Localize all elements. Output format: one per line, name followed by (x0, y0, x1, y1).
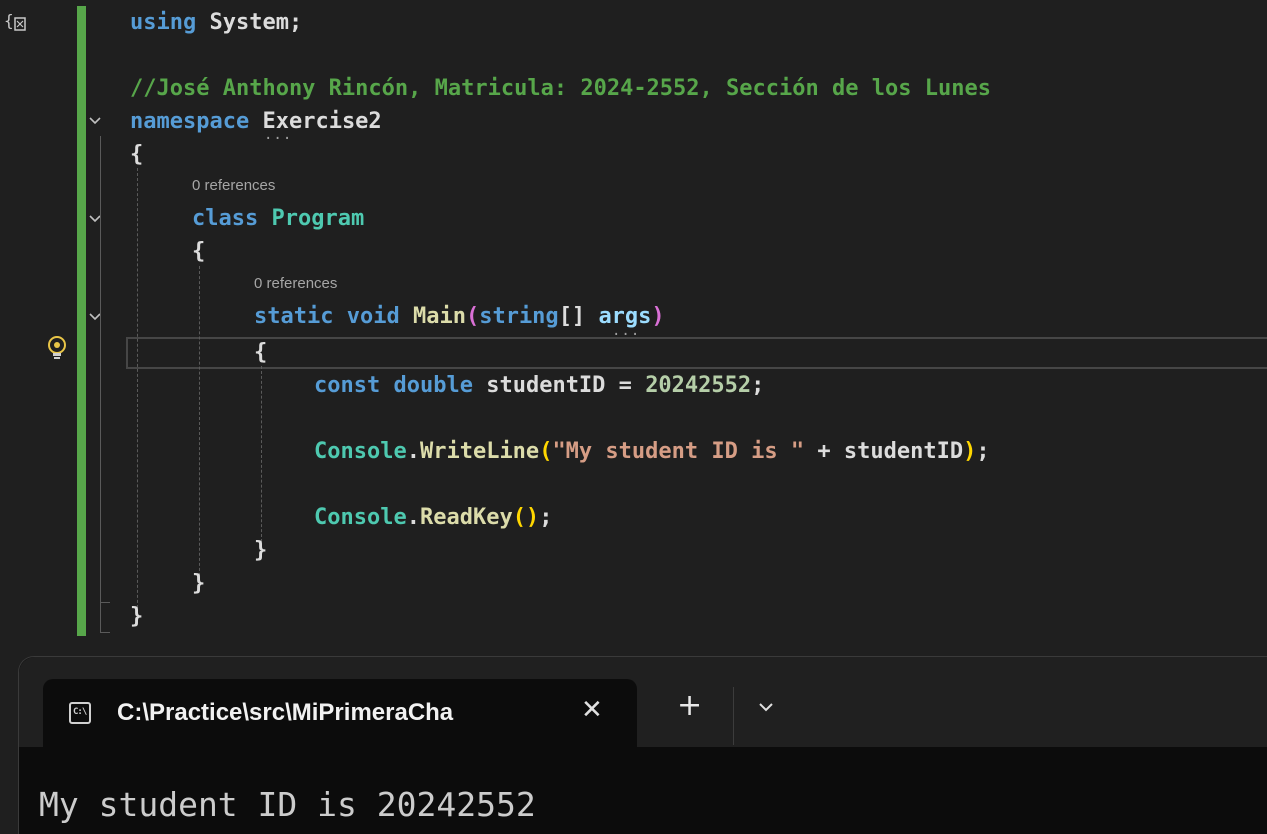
change-tracking-bar (77, 6, 86, 636)
class-name: Console (314, 505, 407, 530)
parameter: args (598, 304, 652, 329)
open-brace: { (192, 239, 206, 264)
keyword: class (192, 206, 259, 231)
terminal-tab-strip: C:\ C:\Practice\src\MiPrimeraCha ✕ + (19, 657, 1267, 749)
current-line-highlight (126, 337, 1267, 369)
terminal-tab-title: C:\Practice\src\MiPrimeraCha (117, 699, 454, 726)
code-editor[interactable]: { using System; //José Anthony Rincón, M… (0, 0, 1267, 642)
terminal-output: My student ID is 20242552 (39, 785, 536, 824)
code-glyph-icon: { (4, 10, 30, 36)
terminal-window[interactable]: C:\ C:\Practice\src\MiPrimeraCha ✕ + My … (18, 656, 1267, 834)
tab-separator (733, 687, 734, 745)
punctuation: . (406, 439, 420, 464)
operator: + (804, 439, 844, 464)
variable: studentID (486, 373, 606, 398)
keyword: using (130, 10, 197, 35)
string-literal: "My student ID is " (552, 439, 805, 464)
keyword: const (314, 373, 381, 398)
lightbulb-icon[interactable] (44, 334, 70, 364)
method-name: Main (412, 304, 466, 329)
codelens-references[interactable]: 0 references (192, 176, 275, 196)
punctuation: ; (751, 373, 765, 398)
identifier: System (209, 10, 289, 35)
code-line-using: using System; (130, 8, 302, 38)
indent-guide (137, 168, 138, 618)
number-literal: 20242552 (645, 373, 752, 398)
console-icon-text: C:\ (73, 707, 87, 717)
close-icon[interactable]: ✕ (581, 695, 603, 725)
code-line-writeline: Console.WriteLine("My student ID is " + … (314, 437, 990, 467)
method-name: WriteLine (419, 439, 540, 464)
indent-guide (199, 266, 200, 586)
method-name: ReadKey (419, 505, 513, 530)
class-name: Program (271, 206, 365, 231)
open-brace: { (254, 340, 268, 365)
console-icon: C:\ (69, 702, 91, 724)
outline-line (100, 632, 110, 633)
class-name: Console (314, 439, 407, 464)
punctuation: ; (976, 439, 990, 464)
keyword: static (254, 304, 334, 329)
chevron-down-icon[interactable] (88, 210, 106, 228)
paren: ) (651, 304, 665, 329)
terminal-tab[interactable]: C:\ C:\Practice\src\MiPrimeraCha ✕ (43, 679, 637, 749)
chevron-down-icon[interactable] (88, 112, 106, 130)
paren: () (512, 505, 540, 530)
suggestion-dots[interactable]: ··· (612, 328, 640, 342)
code-comment: //José Anthony Rincón, Matricula: 2024-2… (130, 76, 991, 101)
svg-text:{: { (4, 11, 14, 30)
punctuation: ; (539, 505, 553, 530)
paren: ) (963, 439, 977, 464)
chevron-down-icon[interactable] (88, 308, 106, 326)
code-line-const: const double studentID = 20242552; (314, 371, 764, 401)
keyword: namespace (130, 109, 250, 134)
close-brace: } (254, 538, 268, 563)
punctuation: [] (558, 304, 586, 329)
indent-guide (261, 366, 262, 542)
close-brace: } (130, 604, 144, 629)
open-brace: { (130, 142, 144, 167)
suggestion-dots[interactable]: ··· (264, 132, 292, 146)
punctuation: . (406, 505, 420, 530)
keyword: double (393, 373, 473, 398)
outline-line (100, 602, 110, 603)
paren: ( (539, 439, 553, 464)
chevron-down-icon[interactable] (755, 695, 777, 717)
operator: = (605, 373, 646, 398)
punctuation: ; (288, 10, 303, 35)
code-line-class: class Program (192, 204, 364, 234)
keyword: string (479, 304, 559, 329)
variable: studentID (843, 439, 964, 464)
keyword: void (346, 304, 400, 329)
paren: ( (465, 304, 480, 329)
new-tab-button[interactable]: + (677, 691, 702, 721)
code-line-readkey: Console.ReadKey(); (314, 503, 552, 533)
close-brace: } (192, 571, 206, 596)
codelens-references[interactable]: 0 references (254, 274, 337, 294)
code-line-namespace: namespace Exercise2 (130, 107, 382, 137)
outline-line (100, 136, 101, 632)
code-line-main: static void Main(string[] args) (254, 302, 665, 332)
